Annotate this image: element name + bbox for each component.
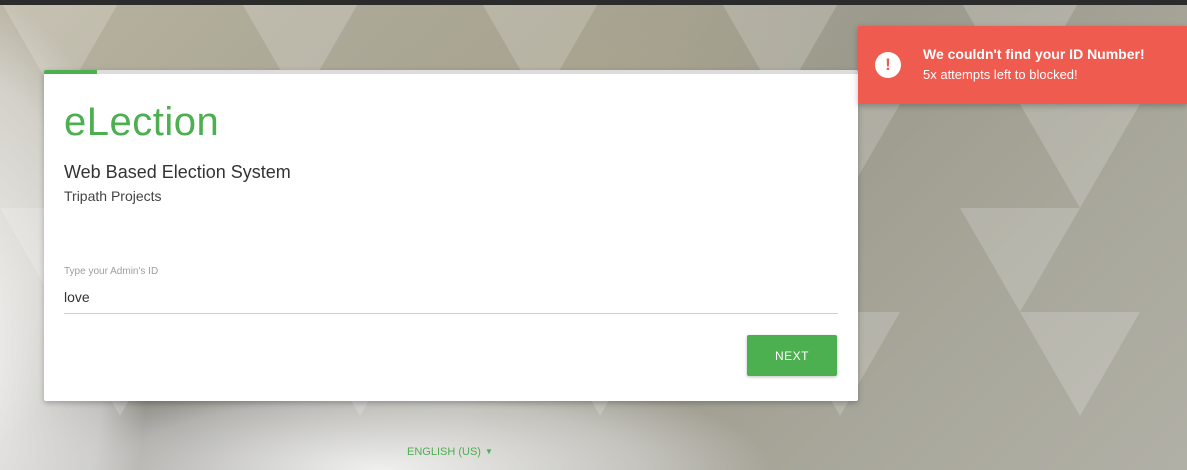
admin-id-input[interactable] xyxy=(64,285,838,314)
next-button[interactable]: NEXT xyxy=(747,335,837,376)
language-selector[interactable]: ENGLISH (US) ▼ xyxy=(407,446,493,458)
toast-message: 5x attempts left to blocked! xyxy=(923,67,1078,82)
error-toast: ! We couldn't find your ID Number! 5x at… xyxy=(858,26,1187,104)
app-subtitle: Web Based Election System xyxy=(64,162,291,182)
app-brand: eLection xyxy=(64,100,220,144)
admin-id-field: Type your Admin's ID xyxy=(64,266,838,314)
admin-id-label: Type your Admin's ID xyxy=(64,266,159,277)
organization-name: Tripath Projects xyxy=(64,188,162,204)
progress-track xyxy=(44,70,858,74)
exclamation-icon: ! xyxy=(875,52,901,78)
toast-title: We couldn't find your ID Number! xyxy=(923,46,1145,62)
caret-down-icon: ▼ xyxy=(484,447,493,456)
top-bar xyxy=(0,0,1187,5)
language-label: ENGLISH (US) xyxy=(407,446,481,458)
login-card: eLection Web Based Election System Tripa… xyxy=(44,70,858,401)
progress-fill xyxy=(44,70,97,74)
